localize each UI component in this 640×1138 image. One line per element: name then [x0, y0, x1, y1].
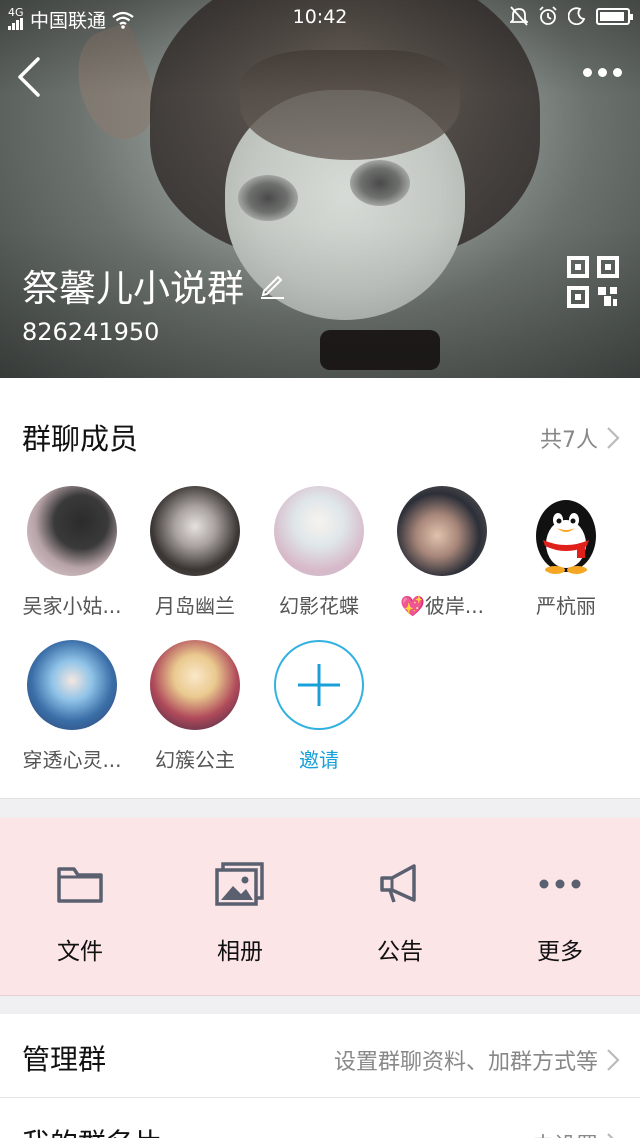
- album-icon: [160, 858, 320, 910]
- group-members-section: 群聊成员 共7人 吴家小姑... 月岛幽兰 幻影花蝶 💖彼岸... 严杭丽 穿透…: [0, 378, 640, 798]
- member-name: 吴家小姑...: [22, 594, 122, 618]
- group-card-label: 我的群名片: [22, 1122, 162, 1138]
- moon-icon: [568, 7, 586, 25]
- bell-off-icon: [510, 6, 528, 26]
- member-name: 幻影花蝶: [279, 594, 359, 618]
- member-item[interactable]: 严杭丽: [506, 486, 626, 619]
- megaphone-icon: [320, 858, 480, 910]
- avatar: [274, 486, 364, 576]
- dot: [613, 68, 622, 77]
- manage-group-row[interactable]: 管理群 设置群聊资料、加群方式等: [0, 1014, 640, 1098]
- sparkle-heart-icon: 💖: [400, 594, 425, 618]
- group-card-value-text: 未设置: [532, 1128, 598, 1138]
- chevron-right-icon: [607, 1133, 614, 1138]
- qr-code-icon[interactable]: [567, 256, 619, 308]
- avatar: [27, 486, 117, 576]
- more-button[interactable]: 更多: [480, 858, 640, 966]
- manage-group-value-text: 设置群聊资料、加群方式等: [333, 1050, 598, 1075]
- group-card-row[interactable]: 我的群名片 未设置: [0, 1098, 640, 1138]
- member-item[interactable]: 幻影花蝶: [259, 486, 379, 619]
- battery-icon: [596, 7, 633, 25]
- add-icon: [274, 640, 364, 730]
- more-icon: [480, 858, 640, 910]
- member-item[interactable]: 穿透心灵...: [12, 640, 132, 773]
- folder-icon: [0, 858, 160, 910]
- dot: [583, 68, 592, 77]
- member-name: 月岛幽兰: [155, 594, 235, 618]
- penguin-icon: [536, 500, 596, 574]
- alarm-icon: [539, 6, 557, 25]
- section-divider: [0, 996, 640, 1014]
- member-item[interactable]: 吴家小姑...: [12, 486, 132, 619]
- members-count[interactable]: 共7人: [540, 422, 620, 454]
- member-item[interactable]: 月岛幽兰: [135, 486, 255, 619]
- group-name-text: 祭馨儿小说群: [22, 267, 244, 310]
- manage-group-label: 管理群: [22, 1043, 107, 1076]
- invite-label: 邀请: [299, 748, 339, 772]
- member-name-text: 彼岸...: [424, 594, 484, 618]
- status-bar: 4G 中国联通 10:42: [0, 0, 640, 34]
- member-name: 严杭丽: [536, 594, 596, 618]
- edit-icon[interactable]: [258, 271, 286, 299]
- invite-button[interactable]: 邀请: [259, 640, 379, 773]
- group-card-value: 未设置: [532, 1128, 620, 1138]
- manage-group-value: 设置群聊资料、加群方式等: [334, 1044, 620, 1076]
- member-item[interactable]: 💖彼岸...: [382, 486, 502, 619]
- members-title: 群聊成员: [22, 422, 139, 456]
- more-label: 更多: [537, 939, 583, 965]
- avatar: [397, 486, 487, 576]
- member-name: 幻簇公主: [155, 748, 235, 772]
- chevron-right-icon: [607, 1049, 620, 1071]
- default-penguin-avatar: [521, 486, 611, 576]
- avatar: [150, 486, 240, 576]
- announcement-button[interactable]: 公告: [320, 858, 480, 966]
- album-label: 相册: [217, 939, 263, 965]
- members-count-text: 共7人: [540, 428, 598, 453]
- files-button[interactable]: 文件: [0, 858, 160, 966]
- avatar: [27, 640, 117, 730]
- member-name: 💖彼岸...: [382, 590, 502, 619]
- chevron-right-icon: [607, 427, 620, 449]
- avatar: [150, 640, 240, 730]
- status-right: [510, 6, 633, 26]
- announcement-label: 公告: [377, 939, 423, 965]
- files-label: 文件: [57, 939, 103, 965]
- group-id: 826241950: [22, 318, 160, 346]
- dot: [598, 68, 607, 77]
- group-actions-bar: 文件 相册 公告 更多: [0, 818, 640, 996]
- section-divider: [0, 798, 640, 818]
- more-options-icon[interactable]: [583, 68, 622, 77]
- back-icon[interactable]: [14, 56, 44, 98]
- member-item[interactable]: 幻簇公主: [135, 640, 255, 773]
- album-button[interactable]: 相册: [160, 858, 320, 966]
- member-name: 穿透心灵...: [22, 748, 122, 772]
- group-name[interactable]: 祭馨儿小说群: [22, 258, 286, 312]
